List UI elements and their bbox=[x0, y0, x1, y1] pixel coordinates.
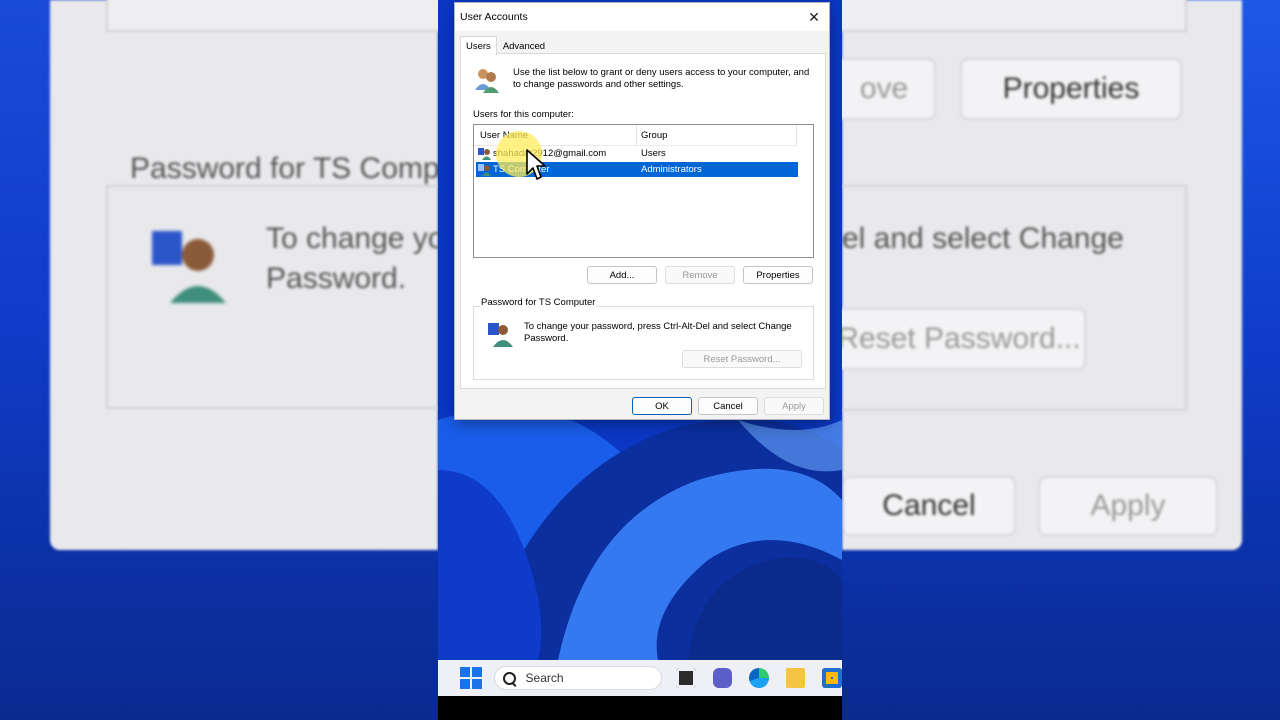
users-icon bbox=[473, 66, 501, 94]
close-icon: ✕ bbox=[808, 8, 820, 25]
background-group-title: Password for TS Comp bbox=[130, 152, 438, 185]
cancel-button[interactable]: Cancel bbox=[698, 397, 758, 415]
background-text-fragment: el and select Change bbox=[842, 222, 1124, 255]
user-accounts-dialog: User Accounts ✕ Users Advanced Use the l… bbox=[454, 2, 830, 420]
user-password-icon bbox=[487, 321, 513, 347]
background-user-icon bbox=[150, 225, 230, 305]
edge-browser-icon[interactable] bbox=[749, 668, 769, 688]
background-groupbox bbox=[842, 185, 1187, 411]
background-dialog-panel: ove Properties el and select Change Rese… bbox=[842, 0, 1242, 550]
user-icon bbox=[478, 163, 491, 176]
background-text-line1: To change yo bbox=[266, 222, 438, 255]
desktop-screen: User Accounts ✕ Users Advanced Use the l… bbox=[438, 0, 842, 720]
password-group-title: Password for TS Computer bbox=[480, 297, 597, 308]
taskbar-search[interactable]: Search bbox=[493, 666, 663, 690]
user-icon bbox=[478, 147, 491, 160]
dialog-title: User Accounts bbox=[460, 11, 528, 23]
background-list-box bbox=[106, 0, 438, 32]
add-button[interactable]: Add... bbox=[587, 266, 657, 284]
background-cancel-button: Cancel bbox=[842, 476, 1016, 536]
tab-users[interactable]: Users bbox=[460, 36, 497, 56]
mouse-pointer-icon bbox=[526, 149, 546, 180]
windows-start-button[interactable] bbox=[460, 667, 482, 689]
column-divider[interactable] bbox=[796, 125, 797, 145]
users-tab-panel: Use the list below to grant or deny user… bbox=[460, 53, 826, 389]
column-divider[interactable] bbox=[636, 125, 637, 145]
store-icon[interactable] bbox=[822, 668, 842, 688]
background-properties-button: Properties bbox=[960, 58, 1182, 120]
users-list-label: Users for this computer: bbox=[473, 109, 574, 120]
intro-text: Use the list below to grant or deny user… bbox=[513, 67, 810, 90]
user-group: Users bbox=[641, 148, 666, 159]
background-zoom-left: Password for TS Comp To change yo Passwo… bbox=[0, 0, 438, 720]
search-placeholder: Search bbox=[525, 671, 564, 685]
taskbar: Search bbox=[438, 660, 842, 696]
background-apply-button: Apply bbox=[1038, 476, 1218, 536]
background-reset-password-button: Reset Password... bbox=[842, 308, 1086, 370]
properties-button[interactable]: Properties bbox=[743, 266, 813, 284]
close-button[interactable]: ✕ bbox=[799, 3, 829, 31]
background-text-line2: Password. bbox=[266, 262, 407, 295]
password-groupbox: To change your password, press Ctrl-Alt-… bbox=[473, 306, 814, 380]
background-list-box bbox=[842, 0, 1187, 32]
background-dialog-panel: Password for TS Comp To change yo Passwo… bbox=[50, 0, 438, 550]
reset-password-button[interactable]: Reset Password... bbox=[682, 350, 802, 368]
background-remove-button: ove bbox=[842, 58, 936, 120]
background-zoom-right: ove Properties el and select Change Rese… bbox=[842, 0, 1280, 720]
file-explorer-icon[interactable] bbox=[785, 668, 806, 688]
task-view-icon[interactable] bbox=[676, 668, 696, 688]
column-header-group[interactable]: Group bbox=[641, 130, 667, 141]
ok-button[interactable]: OK bbox=[632, 397, 692, 415]
remove-button[interactable]: Remove bbox=[665, 266, 735, 284]
password-instructions: To change your password, press Ctrl-Alt-… bbox=[524, 321, 792, 344]
user-group: Administrators bbox=[641, 164, 702, 175]
bottom-bar bbox=[438, 696, 842, 720]
search-icon bbox=[502, 671, 516, 685]
teams-chat-icon[interactable] bbox=[712, 668, 733, 688]
apply-button[interactable]: Apply bbox=[764, 397, 824, 415]
title-bar[interactable]: User Accounts ✕ bbox=[455, 3, 829, 31]
